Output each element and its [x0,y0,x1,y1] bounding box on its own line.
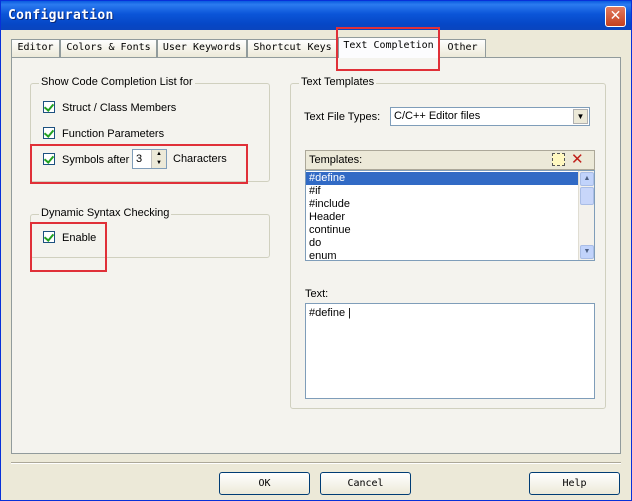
enable-checkbox[interactable] [43,231,55,243]
text-templates-group-label: Text Templates [299,76,377,88]
tab-label: Shortcut Keys [253,42,332,53]
new-document-icon[interactable] [552,153,565,166]
templates-list-items: #define #if #include Header continue do … [306,172,578,260]
symbols-after-label: Symbols after [62,154,130,166]
class-members-label: Struct / Class Members [62,102,177,114]
symbols-after-checkbox[interactable] [43,153,55,165]
ok-button[interactable]: OK [219,472,310,495]
tab-colors-fonts[interactable]: Colors & Fonts [60,39,157,57]
list-item[interactable]: #include [306,198,578,211]
file-types-label: Text File Types: [304,111,381,123]
check-mark-icon [43,127,55,138]
scroll-down-icon[interactable]: ▼ [580,245,594,259]
template-text-area[interactable]: #define | [305,303,595,399]
tab-strip: Editor Colors & Fonts User Keywords Shor… [11,37,611,58]
check-mark-icon [43,153,55,164]
window-title: Configuration [8,8,114,23]
close-icon: ✕ [609,8,622,24]
scroll-up-icon[interactable]: ▲ [580,172,594,186]
chevron-down-icon[interactable]: ▼ [573,109,588,124]
syntax-checking-group-label: Dynamic Syntax Checking [39,207,172,219]
templates-label: Templates: [309,154,363,166]
configuration-dialog: Configuration ✕ Editor Colors & Fonts Us… [0,0,632,501]
list-item[interactable]: continue [306,224,578,237]
characters-label: Characters [173,153,227,165]
tab-label: User Keywords [162,42,242,53]
templates-scrollbar[interactable]: ▲ ▼ [578,171,594,260]
symbols-count-value[interactable]: 3 [136,153,142,165]
spin-up-icon[interactable]: ▲ [151,150,166,159]
function-params-checkbox[interactable] [43,127,55,139]
text-label: Text: [305,288,329,300]
check-mark-icon [43,101,55,112]
check-mark-icon [43,231,55,242]
text-completion-panel: Show Code Completion List for Struct / C… [11,57,621,454]
text-templates-group: Text Templates Text File Types: C/C++ Ed… [290,76,606,409]
list-item[interactable]: Header [306,211,578,224]
tab-label: Text Completion [343,40,434,51]
list-item[interactable]: #if [306,185,578,198]
close-button[interactable]: ✕ [605,6,626,27]
tab-shortcut-keys[interactable]: Shortcut Keys [247,39,338,57]
footer-divider [11,462,621,464]
template-text-value[interactable]: #define | [309,307,351,319]
tab-label: Editor [17,42,54,53]
title-bar[interactable]: Configuration ✕ [1,1,631,30]
templates-list[interactable]: #define #if #include Header continue do … [305,170,595,261]
delete-x-icon[interactable]: ✕ [571,150,584,168]
list-item[interactable]: #define [306,172,578,185]
enable-label: Enable [62,232,97,244]
code-completion-group: Show Code Completion List for Struct / C… [30,76,270,182]
file-types-value: C/C++ Editor files [394,110,481,122]
tab-text-completion[interactable]: Text Completion [338,37,439,58]
templates-header: Templates: ✕ [305,150,595,170]
class-members-checkbox[interactable] [43,101,55,113]
symbols-count-stepper[interactable]: 3 ▲ ▼ [132,149,167,169]
list-item[interactable]: enum [306,250,578,260]
spin-down-icon[interactable]: ▼ [151,159,166,168]
code-completion-group-label: Show Code Completion List for [39,76,195,88]
tab-user-keywords[interactable]: User Keywords [157,39,247,57]
tab-label: Colors & Fonts [66,42,151,53]
scroll-thumb[interactable] [580,187,594,205]
list-item[interactable]: do [306,237,578,250]
file-types-select[interactable]: C/C++ Editor files ▼ [390,107,590,126]
function-params-label: Function Parameters [62,128,165,140]
help-button[interactable]: Help [529,472,620,495]
tab-other[interactable]: Other [439,39,486,57]
tab-editor[interactable]: Editor [11,39,60,57]
cancel-button[interactable]: Cancel [320,472,411,495]
syntax-checking-group: Dynamic Syntax Checking Enable [30,207,270,258]
tab-label: Other [447,42,478,53]
